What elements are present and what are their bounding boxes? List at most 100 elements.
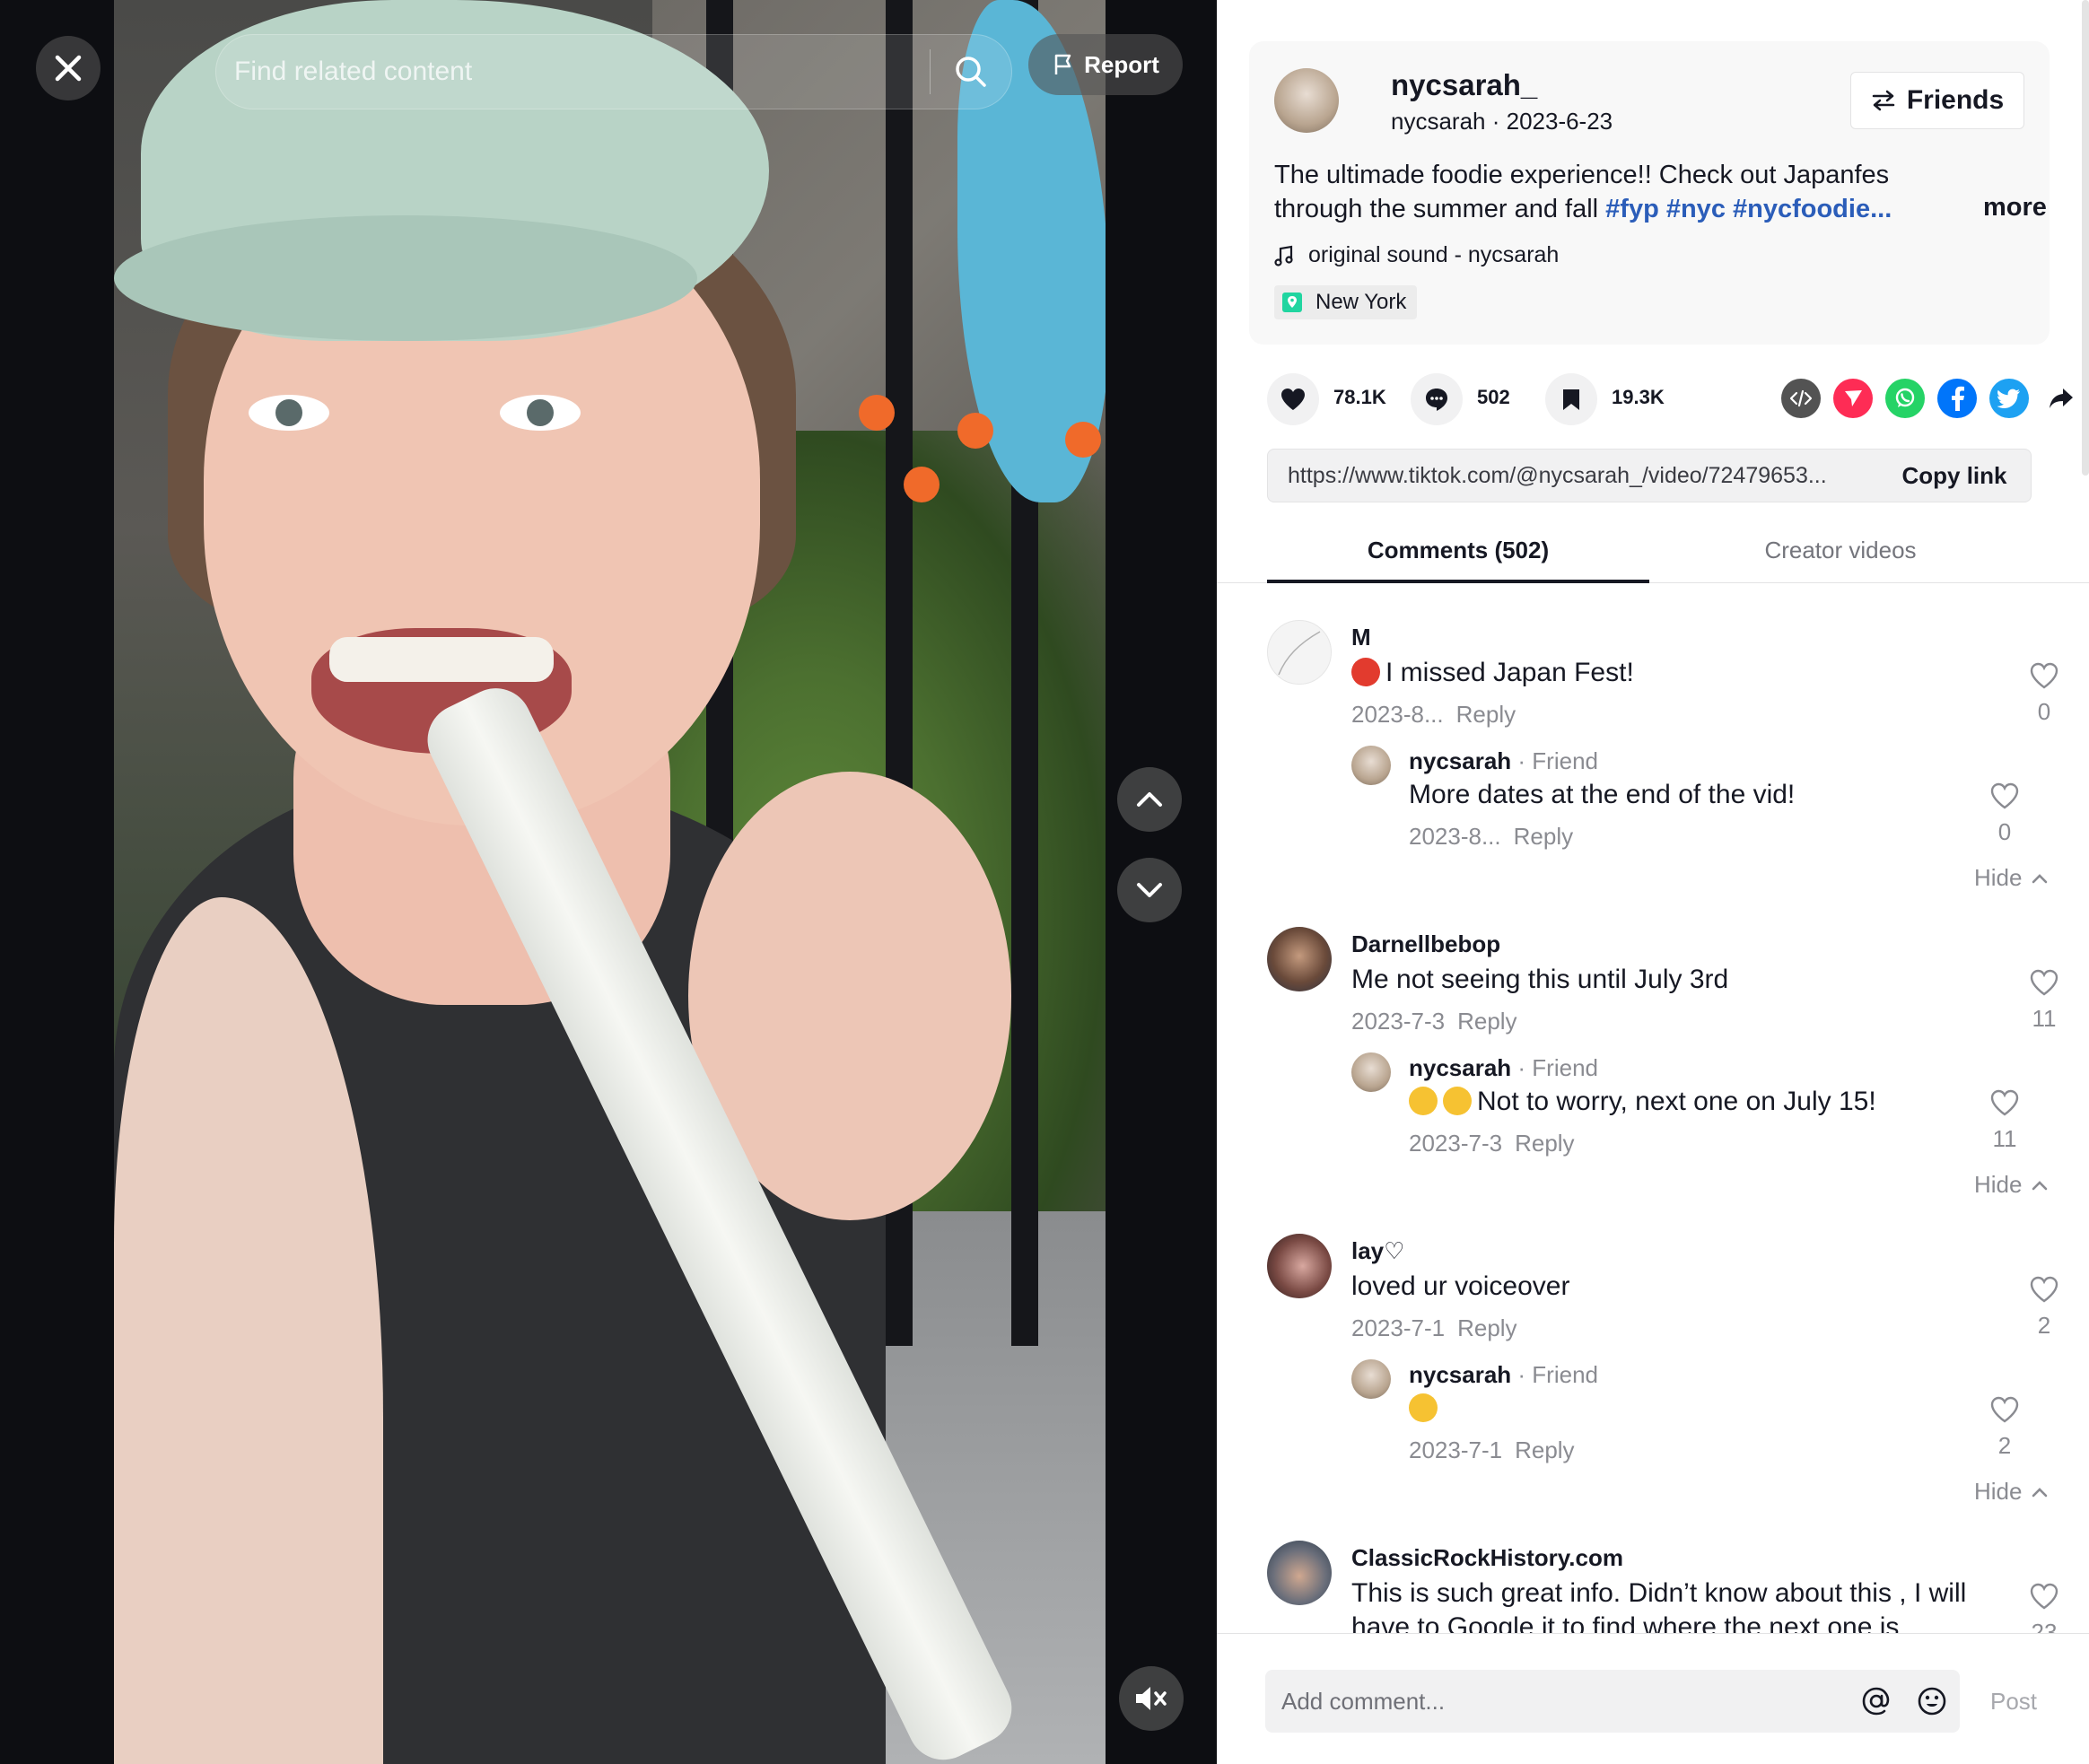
embed-icon (1789, 389, 1813, 407)
reply-button[interactable]: Reply (1515, 1437, 1574, 1463)
reply-like-button[interactable]: 0 (1988, 782, 2021, 846)
next-video-button[interactable] (1117, 858, 1182, 922)
reply-meta: 2023-7-3 Reply (1409, 1130, 1575, 1157)
tab-bar: Comments (502) Creator videos (1217, 520, 2089, 583)
reply-avatar[interactable] (1351, 746, 1391, 785)
flower (1065, 422, 1101, 458)
reply-button[interactable]: Reply (1457, 1008, 1516, 1035)
reply-button[interactable]: Reply (1456, 701, 1516, 728)
reply-like-button[interactable]: 11 (1988, 1088, 2021, 1153)
commenter-name[interactable]: M (1351, 624, 1371, 651)
search-button[interactable] (931, 54, 1011, 90)
search-bar[interactable] (215, 34, 1012, 109)
reply-text: More dates at the end of the vid! (1409, 780, 1796, 809)
commenter-avatar[interactable] (1267, 1234, 1332, 1298)
friends-button[interactable]: Friends (1850, 72, 2024, 129)
twitter-button[interactable] (1989, 379, 2029, 418)
comment-date: 2023-8... (1351, 701, 1444, 728)
comment-button[interactable] (1411, 373, 1463, 425)
teeth (329, 637, 554, 682)
hide-replies-button[interactable]: Hide (1974, 1478, 2049, 1506)
tab-comments[interactable]: Comments (502) (1267, 537, 1649, 564)
emoji-button[interactable] (1904, 1685, 1960, 1717)
facebook-button[interactable] (1937, 379, 1977, 418)
commenter-name[interactable]: Darnellbebop (1351, 930, 1500, 958)
scrollbar[interactable] (2082, 0, 2089, 476)
author-avatar[interactable] (1274, 68, 1339, 133)
reply-like-button[interactable]: 2 (1988, 1395, 2021, 1460)
like-button[interactable] (1267, 373, 1319, 425)
reply-avatar[interactable] (1351, 1359, 1391, 1399)
cap-brim (114, 215, 697, 341)
comment-input[interactable] (1265, 1687, 1849, 1716)
comment-list[interactable]: M I missed Japan Fest! 2023-8... Reply 0 … (1217, 584, 2089, 1634)
reply-author[interactable]: nycsarah · Friend (1409, 1361, 1598, 1389)
reply-like-count: 2 (1997, 1432, 2012, 1459)
comment-like-button[interactable]: 23 (2028, 1582, 2060, 1634)
video-player[interactable]: Report (0, 0, 1217, 1764)
reply-button[interactable]: Reply (1514, 823, 1573, 850)
comment-like-button[interactable]: 11 (2028, 968, 2060, 1033)
search-input[interactable] (216, 57, 930, 87)
commenter-avatar[interactable] (1267, 620, 1332, 685)
send-to-friends-button[interactable] (1833, 379, 1873, 418)
hashtags[interactable]: #fyp #nyc #nycfoodie... (1605, 195, 1892, 223)
whatsapp-button[interactable] (1885, 379, 1925, 418)
reply-button[interactable]: Reply (1457, 1314, 1516, 1341)
music-note-icon (1274, 245, 1293, 266)
reply-avatar[interactable] (1351, 1052, 1391, 1092)
mute-button[interactable] (1119, 1666, 1184, 1731)
hide-replies-button[interactable]: Hide (1974, 864, 2049, 892)
comment-like-button[interactable]: 2 (2028, 1275, 2060, 1340)
more-button[interactable]: more (1983, 193, 2047, 223)
heart-outline-icon (1990, 782, 2019, 809)
reply-button[interactable]: Reply (1515, 1130, 1574, 1157)
commenter-name[interactable]: lay♡ (1351, 1237, 1404, 1265)
commenter-avatar[interactable] (1267, 927, 1332, 991)
tab-creator-videos[interactable]: Creator videos (1649, 537, 2032, 564)
previous-video-button[interactable] (1117, 767, 1182, 832)
reply-date: 2023-8... (1409, 823, 1501, 850)
close-button[interactable] (36, 36, 101, 100)
comment-text: This is such great info. Didn’t know abo… (1351, 1578, 1967, 1634)
location-tag[interactable]: New York (1274, 285, 1418, 319)
comment-text: loved ur voiceover (1351, 1271, 1570, 1301)
comment-meta: 2023-7-1 Reply (1351, 1314, 1517, 1342)
sound-link[interactable]: original sound - nycsarah (1274, 242, 1559, 268)
embed-button[interactable] (1781, 379, 1821, 418)
heart-outline-icon (2030, 969, 2058, 996)
comment-date: 2023-7-3 (1351, 1008, 1446, 1035)
reply-like-count: 0 (1997, 818, 2012, 845)
comment-like-button[interactable]: 0 (2028, 661, 2060, 726)
location-pin-icon (1282, 293, 1302, 312)
comment-input-box[interactable] (1265, 1670, 1960, 1733)
hide-replies-button[interactable]: Hide (1974, 1171, 2049, 1199)
commenter-name[interactable]: ClassicRockHistory.com (1351, 1544, 1623, 1572)
post-info-card: nycsarah_ nycsarah · 2023-6-23 Friends T… (1249, 41, 2050, 345)
video-frame[interactable] (114, 0, 1106, 1764)
muted-speaker-icon (1136, 1687, 1167, 1710)
favorite-button[interactable] (1545, 373, 1597, 425)
share-more-button[interactable] (2041, 379, 2081, 418)
reply-date: 2023-7-1 (1409, 1437, 1503, 1463)
reply-author[interactable]: nycsarah · Friend (1409, 1054, 1598, 1082)
reply-author-name: nycsarah (1409, 1054, 1512, 1081)
author-name[interactable]: nycsarah_ (1391, 68, 1537, 102)
avatar-placeholder-icon (1278, 631, 1321, 676)
reply-author[interactable]: nycsarah · Friend (1409, 747, 1598, 775)
send-to-friends-icon (1845, 390, 1862, 406)
chevron-up-icon (1137, 792, 1162, 807)
friends-label: Friends (1906, 85, 2005, 115)
laughing-emoji-icon (1409, 1087, 1438, 1115)
video-url[interactable]: https://www.tiktok.com/@nycsarah_/video/… (1268, 463, 1878, 489)
post-button[interactable]: Post (1990, 1688, 2037, 1716)
copy-link-button[interactable]: Copy link (1878, 462, 2031, 490)
laughing-emoji-icon (1443, 1087, 1472, 1115)
hide-label: Hide (1974, 1478, 2023, 1505)
facebook-icon (1952, 386, 1964, 411)
commenter-avatar[interactable] (1267, 1541, 1332, 1605)
reply-meta: 2023-7-1 Reply (1409, 1437, 1575, 1464)
report-button[interactable]: Report (1028, 34, 1183, 95)
mention-button[interactable] (1849, 1685, 1904, 1717)
heart-outline-icon (2030, 662, 2058, 689)
